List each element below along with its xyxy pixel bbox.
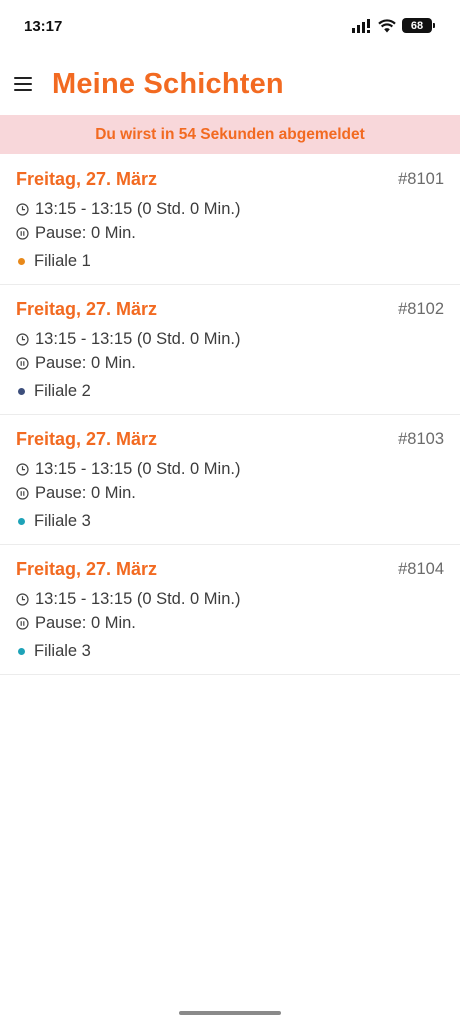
branch-color-dot <box>18 518 25 525</box>
shift-id: #8103 <box>398 430 444 448</box>
shift-id: #8101 <box>398 170 444 188</box>
shift-branch-row: Filiale 3 <box>16 642 91 661</box>
shift-pause: Pause: 0 Min. <box>35 224 136 242</box>
pause-icon <box>16 617 29 630</box>
shift-pause-row: Pause: 0 Min. <box>16 614 136 633</box>
clock-icon <box>16 463 29 476</box>
shift-card[interactable]: Freitag, 27. März #8103 13:15 - 13:15 (0… <box>0 415 460 545</box>
shift-branch-row: Filiale 3 <box>16 512 91 531</box>
status-time: 13:17 <box>24 18 63 35</box>
clock-icon <box>16 333 29 346</box>
status-bar: 13:17 68 <box>0 0 460 52</box>
shift-time-row: 13:15 - 13:15 (0 Std. 0 Min.) <box>16 590 240 609</box>
shift-branch: Filiale 1 <box>34 252 91 270</box>
signal-icon <box>352 18 370 33</box>
branch-color-dot <box>18 258 25 265</box>
shift-time: 13:15 - 13:15 (0 Std. 0 Min.) <box>35 590 241 608</box>
pause-icon <box>16 357 29 370</box>
shift-date: Freitag, 27. März <box>16 299 158 319</box>
shift-pause: Pause: 0 Min. <box>35 484 136 502</box>
shift-time: 13:15 - 13:15 (0 Std. 0 Min.) <box>35 460 241 478</box>
branch-color-dot <box>18 388 25 395</box>
battery-level: 68 <box>410 19 424 32</box>
shift-list: Freitag, 27. März #8101 13:15 - 13:15 (0… <box>0 155 460 675</box>
shift-card[interactable]: Freitag, 27. März #8104 13:15 - 13:15 (0… <box>0 545 460 675</box>
pause-icon <box>16 487 29 500</box>
shift-card[interactable]: Freitag, 27. März #8101 13:15 - 13:15 (0… <box>0 155 460 285</box>
shift-date: Freitag, 27. März <box>16 559 158 579</box>
shift-pause: Pause: 0 Min. <box>35 614 136 632</box>
shift-branch: Filiale 3 <box>34 642 91 660</box>
shift-time-row: 13:15 - 13:15 (0 Std. 0 Min.) <box>16 330 240 349</box>
shift-branch-row: Filiale 1 <box>16 252 91 271</box>
shift-id: #8102 <box>398 300 444 318</box>
shift-pause-row: Pause: 0 Min. <box>16 354 136 373</box>
clock-icon <box>16 593 29 606</box>
branch-color-dot <box>18 648 25 655</box>
shift-id: #8104 <box>398 560 444 578</box>
clock-icon <box>16 203 29 216</box>
app-bar: Meine Schichten <box>0 60 460 114</box>
shift-pause-row: Pause: 0 Min. <box>16 484 136 503</box>
shift-time-row: 13:15 - 13:15 (0 Std. 0 Min.) <box>16 200 240 219</box>
hamburger-menu-icon[interactable] <box>14 77 32 91</box>
shift-branch: Filiale 2 <box>34 382 91 400</box>
shift-card[interactable]: Freitag, 27. März #8102 13:15 - 13:15 (0… <box>0 285 460 415</box>
shift-time: 13:15 - 13:15 (0 Std. 0 Min.) <box>35 200 241 218</box>
shift-time: 13:15 - 13:15 (0 Std. 0 Min.) <box>35 330 241 348</box>
status-icons: 68 <box>352 18 435 33</box>
logout-warning-banner: Du wirst in 54 Sekunden abgemeldet <box>0 115 460 154</box>
battery-icon: 68 <box>402 18 435 33</box>
shift-branch-row: Filiale 2 <box>16 382 91 401</box>
wifi-icon <box>378 18 396 32</box>
shift-pause: Pause: 0 Min. <box>35 354 136 372</box>
shift-date: Freitag, 27. März <box>16 429 158 449</box>
page-title: Meine Schichten <box>52 68 284 100</box>
shift-date: Freitag, 27. März <box>16 169 158 189</box>
logout-warning-text: Du wirst in 54 Sekunden abgemeldet <box>95 125 365 143</box>
shift-branch: Filiale 3 <box>34 512 91 530</box>
shift-time-row: 13:15 - 13:15 (0 Std. 0 Min.) <box>16 460 240 479</box>
shift-pause-row: Pause: 0 Min. <box>16 224 136 243</box>
pause-icon <box>16 227 29 240</box>
home-indicator[interactable] <box>179 1011 281 1015</box>
